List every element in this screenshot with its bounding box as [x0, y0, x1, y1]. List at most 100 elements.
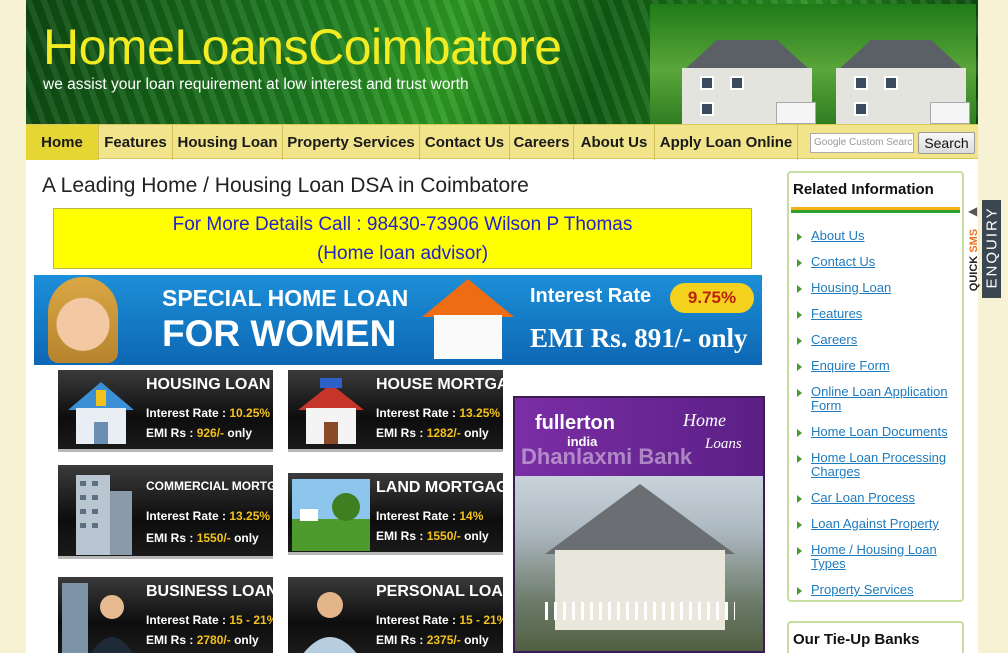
sidebar-link-contact-us[interactable]: Contact Us: [811, 255, 961, 269]
businessman-icon: [62, 583, 133, 653]
sidebar-link-careers[interactable]: Careers: [811, 333, 961, 347]
loan-tile-personal[interactable]: PERSONAL LOAN Interest Rate : 15 - 21% E…: [288, 577, 503, 653]
tile-rate: Interest Rate : 15 - 21%: [376, 613, 503, 627]
tile-emi: EMI Rs : 1550/- only: [146, 531, 259, 545]
main-navigation: Home Features Housing Loan Property Serv…: [26, 124, 978, 160]
page-wrapper: HomeLoansCoimbatore we assist your loan …: [26, 0, 978, 653]
loan-tile-commercial-mortgage[interactable]: COMMERCIAL MORTGAGE Interest Rate : 13.2…: [58, 465, 273, 559]
sidebar-link-enquire-form[interactable]: Enquire Form: [811, 359, 961, 373]
tie-up-banks-panel: Our Tie-Up Banks: [787, 621, 964, 653]
house-illustration: [672, 40, 822, 124]
banner-interest-value: 9.75%: [670, 283, 754, 313]
tie-up-banks-title: Our Tie-Up Banks: [793, 631, 920, 648]
arrow-icon: [797, 455, 802, 463]
ad-loans: Loans: [705, 436, 742, 452]
house-icon: [68, 382, 134, 444]
related-information-panel: Related Information About Us Contact Us …: [787, 171, 964, 602]
arrow-icon: [797, 285, 802, 293]
callout-phone-line: For More Details Call : 98430-73906 Wils…: [172, 214, 633, 235]
quick-sms-enquiry-tab[interactable]: ◀ QUICK SMS ENQUIRY: [964, 200, 1001, 298]
nav-apply-loan-online[interactable]: Apply Loan Online: [655, 125, 798, 160]
tile-title: HOUSING LOAN: [146, 376, 271, 393]
loan-tile-land-mortgage[interactable]: LAND MORTGAGE Interest Rate : 14% EMI Rs…: [288, 473, 503, 555]
banner-line1: SPECIAL HOME LOAN: [162, 285, 409, 311]
sidebar-divider: [791, 207, 960, 213]
nav-housing-loan[interactable]: Housing Loan: [173, 125, 283, 160]
ad-house-photo: [515, 476, 763, 651]
banner-line2: FOR WOMEN: [162, 313, 397, 354]
arrow-icon: [797, 587, 802, 595]
sidebar-link-housing-loan-types[interactable]: Home / Housing Loan Types: [811, 543, 961, 571]
nav-home[interactable]: Home: [26, 125, 99, 160]
callout-advisor-line: (Home loan advisor): [316, 243, 489, 264]
sidebar-link-features[interactable]: Features: [811, 307, 961, 321]
chevron-left-icon: ◀: [968, 204, 978, 218]
arrow-icon: [797, 233, 802, 241]
banner-interest-label: Interest Rate: [530, 285, 652, 307]
sidebar-link-loan-against-property[interactable]: Loan Against Property: [811, 517, 961, 531]
house-icon: [422, 279, 514, 361]
sidebar-title: Related Information: [793, 181, 934, 198]
tile-title: PERSONAL LOAN: [376, 583, 503, 600]
nav-about-us[interactable]: About Us: [574, 125, 655, 160]
sidebar-link-car-loan-process[interactable]: Car Loan Process: [811, 491, 961, 505]
loan-tile-house-mortgage[interactable]: HOUSE MORTGAGE Interest Rate : 13.25% EM…: [288, 370, 503, 452]
arrow-icon: [797, 429, 802, 437]
tile-title: HOUSE MORTGAGE: [376, 376, 503, 393]
tile-emi: EMI Rs : 2375/- only: [376, 633, 489, 647]
ad-home: Home: [683, 410, 726, 430]
loan-tile-housing[interactable]: HOUSING LOAN Interest Rate : 10.25% EMI …: [58, 370, 273, 452]
tile-rate: Interest Rate : 15 - 21%: [146, 613, 273, 627]
sidebar-link-housing-loan[interactable]: Housing Loan: [811, 281, 961, 295]
nav-careers[interactable]: Careers: [510, 125, 574, 160]
sidebar-link-online-loan-application[interactable]: Online Loan Application Form: [811, 385, 961, 413]
person-icon: [303, 592, 357, 653]
arrow-icon: [797, 311, 802, 319]
tile-title: BUSINESS LOAN: [146, 583, 273, 600]
tile-emi: EMI Rs : 1550/- only: [376, 529, 489, 543]
ad-brand: fullerton: [535, 412, 615, 434]
quick-sms-label: QUICK SMS: [968, 228, 980, 292]
enquiry-label: ENQUIRY: [983, 206, 1001, 289]
tile-rate: Interest Rate : 13.25%: [376, 406, 501, 420]
nav-contact-us[interactable]: Contact Us: [420, 125, 510, 160]
ad-header: Dhanlaxmi Bank fullerton india Home Loan…: [515, 398, 763, 476]
tile-rate: Interest Rate : 13.25%: [146, 509, 271, 523]
search-button[interactable]: Search: [918, 132, 975, 154]
land-icon: [292, 479, 370, 551]
woman-photo: [48, 277, 118, 363]
header-houses-image: [650, 4, 976, 124]
tile-emi: EMI Rs : 1282/- only: [376, 426, 489, 440]
fullerton-home-loans-ad[interactable]: Dhanlaxmi Bank fullerton india Home Loan…: [513, 396, 765, 653]
page-title: A Leading Home / Housing Loan DSA in Coi…: [42, 174, 529, 197]
banner-emi: EMI Rs. 891/- only: [530, 323, 748, 353]
site-title[interactable]: HomeLoansCoimbatore: [43, 18, 562, 76]
building-icon: [76, 475, 132, 555]
tile-rate: Interest Rate : 10.25%: [146, 406, 271, 420]
tile-title: COMMERCIAL MORTGAGE: [146, 479, 273, 493]
women-home-loan-banner[interactable]: SPECIAL HOME LOAN FOR WOMEN Interest Rat…: [34, 275, 762, 365]
site-header: HomeLoansCoimbatore we assist your loan …: [26, 0, 978, 124]
tile-title: LAND MORTGAGE: [376, 479, 503, 496]
tile-emi: EMI Rs : 2780/- only: [146, 633, 259, 647]
gift-house-icon: [298, 378, 364, 444]
sidebar-link-home-loan-documents[interactable]: Home Loan Documents: [811, 425, 961, 439]
tile-rate: Interest Rate : 14%: [376, 509, 484, 523]
ad-brand-sub: india: [567, 434, 598, 449]
search-input[interactable]: Google Custom Search: [810, 133, 914, 153]
nav-features[interactable]: Features: [99, 125, 173, 160]
arrow-icon: [797, 389, 802, 397]
arrow-icon: [797, 259, 802, 267]
sidebar-link-processing-charges[interactable]: Home Loan Processing Charges: [811, 451, 961, 479]
arrow-icon: [797, 363, 802, 371]
sidebar-link-about-us[interactable]: About Us: [811, 229, 961, 243]
house-illustration: [826, 40, 976, 124]
nav-property-services[interactable]: Property Services: [283, 125, 420, 160]
sidebar-link-property-services[interactable]: Property Services: [811, 583, 961, 597]
contact-callout: For More Details Call : 98430-73906 Wils…: [53, 208, 752, 269]
tile-emi: EMI Rs : 926/- only: [146, 426, 253, 440]
arrow-icon: [797, 521, 802, 529]
site-tagline: we assist your loan requirement at low i…: [43, 76, 469, 93]
arrow-icon: [797, 337, 802, 345]
loan-tile-business[interactable]: BUSINESS LOAN Interest Rate : 15 - 21% E…: [58, 577, 273, 653]
